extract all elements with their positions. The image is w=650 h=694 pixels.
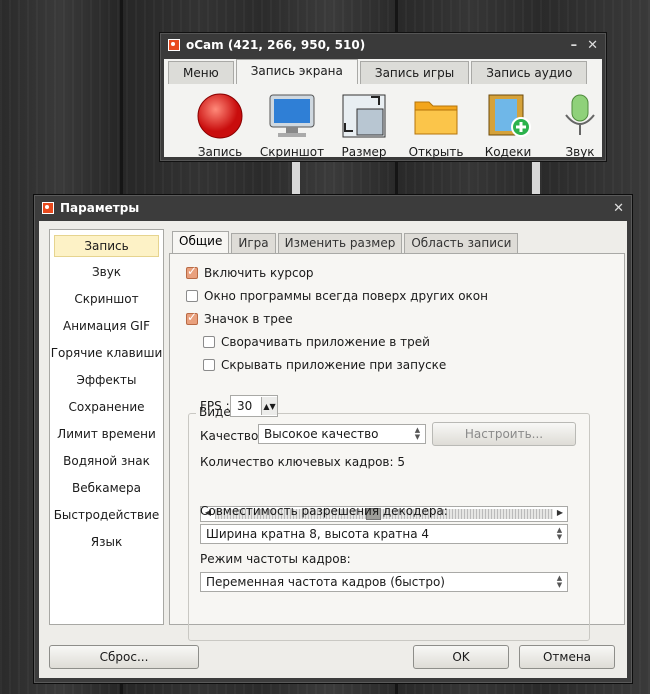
configure-button[interactable]: Настроить... [432, 422, 576, 446]
tray-icon-checkbox[interactable]: Значок в трее [186, 310, 293, 326]
tab-menu[interactable]: Меню [168, 61, 234, 84]
app-icon [42, 202, 54, 214]
right-arrow-icon[interactable]: ▶ [554, 507, 566, 519]
checkbox-label: Скрывать приложение при запуске [221, 358, 447, 372]
sound-label: Звук [565, 145, 595, 159]
settings-category-list: Запись Звук Скриншот Анимация GIF Горячи… [49, 229, 164, 625]
checkbox-label: Сворачивать приложение в трей [221, 335, 430, 349]
window-support [532, 160, 540, 194]
settings-dialog: Параметры ✕ Запись Звук Скриншот Анимаци… [33, 194, 633, 684]
category-item[interactable]: Эффекты [50, 368, 163, 395]
cancel-button[interactable]: Отмена [519, 645, 615, 669]
decoder-label: Совместимость разрешения декодера: [200, 504, 448, 518]
quality-select[interactable]: Высокое качество ▲ ▼ [258, 424, 426, 444]
open-label: Открыть [408, 145, 464, 159]
record-label: Запись [197, 145, 243, 159]
category-item[interactable]: Водяной знак [50, 449, 163, 476]
close-icon[interactable]: ✕ [587, 38, 598, 53]
sound-button[interactable]: Звук [544, 93, 616, 159]
record-icon [197, 93, 243, 139]
ocam-titlebar[interactable]: oCam (421, 266, 950, 510) – ✕ [160, 33, 606, 57]
decoder-value: Ширина кратна 8, высота кратна 4 [206, 527, 430, 541]
quality-label: Качество: [200, 429, 263, 443]
updown-icon: ▲ ▼ [414, 426, 421, 441]
decoder-select[interactable]: Ширина кратна 8, высота кратна 4 ▲ ▼ [200, 524, 568, 544]
tab-audio-record[interactable]: Запись аудио [471, 61, 588, 84]
category-item[interactable]: Горячие клавиши [50, 341, 163, 368]
general-panel: Включить курсор Окно программы всегда по… [169, 253, 625, 641]
minimize-icon[interactable]: – [571, 38, 578, 53]
category-item[interactable]: Звук [50, 260, 163, 287]
cursor-checkbox[interactable]: Включить курсор [186, 264, 314, 280]
ocam-title: oCam (421, 266, 950, 510) [186, 38, 366, 52]
fps-label: FPS : [200, 399, 230, 413]
window-support [292, 160, 300, 194]
framerate-value: Переменная частота кадров (быстро) [206, 575, 445, 589]
open-button[interactable]: Открыть [400, 93, 472, 159]
checkbox-label: Значок в трее [204, 312, 293, 326]
microphone-icon [565, 94, 595, 135]
resize-icon [342, 94, 386, 138]
category-item[interactable]: Анимация GIF [50, 314, 163, 341]
category-item[interactable]: Вебкамера [50, 476, 163, 503]
tab-record-area[interactable]: Область записи [404, 233, 519, 253]
checkbox-box [186, 264, 198, 279]
minimize-to-tray-checkbox[interactable]: Сворачивать приложение в трей [203, 335, 430, 349]
checkbox-label: Окно программы всегда поверх других окон [204, 289, 488, 303]
screenshot-button[interactable]: Скриншот [256, 93, 328, 159]
dialog-titlebar[interactable]: Параметры ✕ [34, 195, 632, 221]
fps-spinner[interactable]: 30 ▲▼ [230, 395, 278, 417]
tab-general[interactable]: Общие [172, 231, 230, 253]
ok-button[interactable]: OK [413, 645, 509, 669]
ocam-body: Меню Запись экрана Запись игры Запись ау… [164, 59, 602, 159]
framerate-label: Режим частоты кадров: [200, 552, 351, 566]
category-item[interactable]: Сохранение [50, 395, 163, 422]
fps-value: 30 [237, 399, 253, 413]
folder-icon [414, 101, 458, 135]
always-on-top-checkbox[interactable]: Окно программы всегда поверх других окон [186, 289, 488, 303]
tab-resize[interactable]: Изменить размер [277, 233, 403, 253]
keyframes-label: Количество ключевых кадров: 5 [200, 455, 405, 469]
category-item[interactable]: Быстродействие [50, 503, 163, 530]
checkbox-box [186, 310, 198, 325]
checkbox-box [186, 290, 198, 302]
category-item[interactable]: Язык [50, 530, 163, 557]
dialog-title: Параметры [60, 201, 140, 215]
checkbox-box [203, 359, 215, 371]
film-icon [488, 94, 531, 137]
category-item[interactable]: Запись [54, 235, 159, 257]
reset-button[interactable]: Сброс... [49, 645, 199, 669]
spin-arrows-icon[interactable]: ▲▼ [261, 397, 277, 415]
framerate-select[interactable]: Переменная частота кадров (быстро) ▲ ▼ [200, 572, 568, 592]
checkbox-box [203, 336, 215, 348]
codecs-button[interactable]: Кодеки [472, 93, 544, 159]
screenshot-label: Скриншот [259, 145, 325, 159]
dialog-client: Запись Звук Скриншот Анимация GIF Горячи… [39, 221, 627, 678]
hide-on-start-checkbox[interactable]: Скрывать приложение при запуске [203, 358, 446, 372]
category-item[interactable]: Лимит времени [50, 422, 163, 449]
ocam-window: oCam (421, 266, 950, 510) – ✕ Меню Запис… [159, 32, 607, 162]
close-icon[interactable]: ✕ [613, 201, 624, 216]
tab-game[interactable]: Игра [231, 233, 276, 253]
codecs-label: Кодеки [484, 145, 532, 159]
resize-button[interactable]: Размер [328, 93, 400, 159]
record-button[interactable]: Запись [184, 93, 256, 159]
tab-game-record[interactable]: Запись игры [359, 61, 470, 84]
checkbox-label: Включить курсор [204, 266, 314, 280]
monitor-icon [269, 94, 315, 137]
quality-value: Высокое качество [264, 427, 379, 441]
resize-label: Размер [341, 145, 387, 159]
updown-icon: ▲ ▼ [556, 526, 563, 541]
updown-icon: ▲ ▼ [556, 574, 563, 589]
app-icon [168, 39, 180, 51]
category-item[interactable]: Скриншот [50, 287, 163, 314]
tab-screen-record[interactable]: Запись экрана [235, 59, 358, 84]
